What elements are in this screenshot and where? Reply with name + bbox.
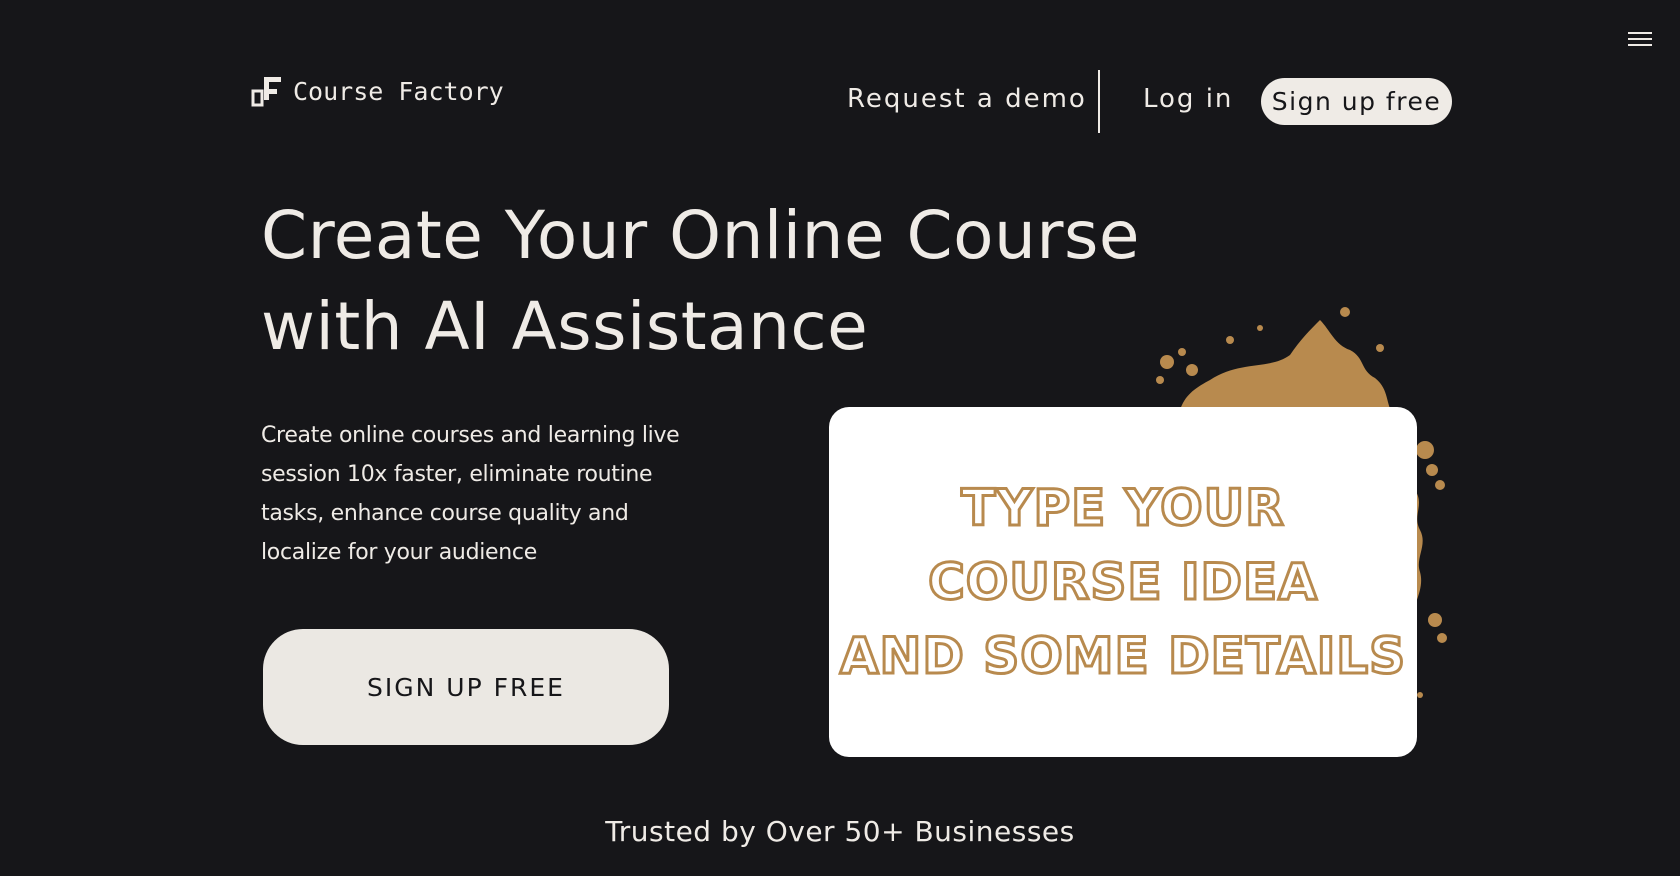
course-idea-card: TYPE YOUR COURSE IDEA AND SOME DETAILS [829,407,1417,757]
hero-description: Create online courses and learning live … [261,423,680,565]
login-link[interactable]: Log in [1143,84,1233,114]
trusted-by-text: Trusted by Over 50+ Businesses [605,815,1075,848]
nav-divider [1098,70,1100,133]
hamburger-menu-icon[interactable] [1628,30,1652,48]
logo-text: Course Factory [293,76,504,106]
hero-signup-button[interactable]: SIGN UP FREE [263,629,669,745]
card-text-line: AND SOME DETAILS [838,626,1407,687]
signup-button[interactable]: Sign up free [1261,78,1452,125]
landing-page: Course Factory Request a demo Log in Sig… [0,0,1680,876]
hero-title: Create Your Online Course with AI Assist… [261,190,1140,372]
card-text-line: COURSE IDEA [927,552,1319,613]
request-demo-link[interactable]: Request a demo [847,84,1087,114]
logo-link[interactable]: Course Factory [251,74,504,108]
course-factory-logo-icon [251,77,281,107]
hero-title-line: with AI Assistance [261,288,869,365]
hero-title-line: Create Your Online Course [261,197,1140,274]
card-text-line: TYPE YOUR [960,478,1286,539]
